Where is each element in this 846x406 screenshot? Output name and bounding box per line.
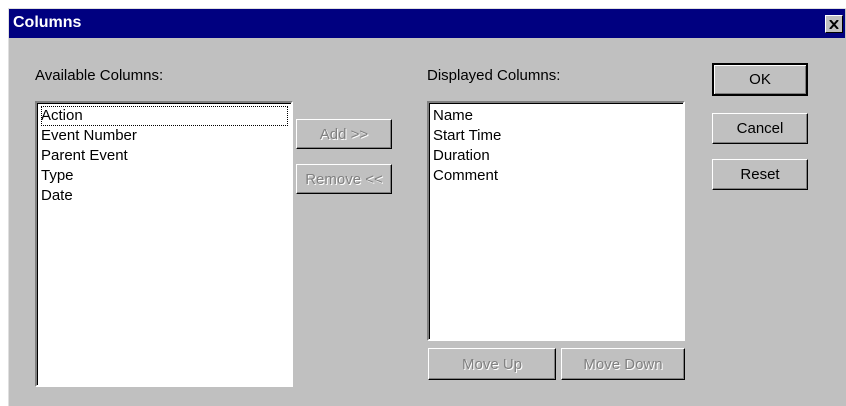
ok-button[interactable]: OK <box>712 63 808 96</box>
displayed-columns-list[interactable]: Name Start Time Duration Comment <box>427 101 685 341</box>
list-item[interactable]: Date <box>40 186 288 206</box>
cancel-button[interactable]: Cancel <box>712 113 808 144</box>
displayed-label-text: Displayed Columns: <box>427 67 561 84</box>
displayed-columns-label: Displayed Columns: <box>427 67 560 84</box>
close-button[interactable] <box>825 15 843 33</box>
available-columns-label: Available Columns: <box>35 67 163 84</box>
remove-button[interactable]: Remove << <box>296 164 392 194</box>
title-bar[interactable]: Columns <box>9 9 845 38</box>
list-item[interactable]: Action <box>40 106 288 126</box>
reset-button[interactable]: Reset <box>712 159 808 190</box>
list-item[interactable]: Comment <box>432 166 680 186</box>
available-label-text: Available Columns: <box>35 67 164 84</box>
close-icon <box>829 19 839 29</box>
list-item[interactable]: Start Time <box>432 126 680 146</box>
list-item[interactable]: Parent Event <box>40 146 288 166</box>
list-item[interactable]: Duration <box>432 146 680 166</box>
list-item[interactable]: Event Number <box>40 126 288 146</box>
list-item[interactable]: Name <box>432 106 680 126</box>
move-down-button[interactable]: Move Down <box>561 348 685 380</box>
add-button[interactable]: Add >> <box>296 119 392 149</box>
window-title: Columns <box>13 14 82 31</box>
available-columns-list[interactable]: Action Event Number Parent Event Type Da… <box>35 101 293 387</box>
list-item[interactable]: Type <box>40 166 288 186</box>
columns-dialog: Columns Available Columns: Action Event … <box>8 8 846 406</box>
move-up-button[interactable]: Move Up <box>428 348 556 380</box>
